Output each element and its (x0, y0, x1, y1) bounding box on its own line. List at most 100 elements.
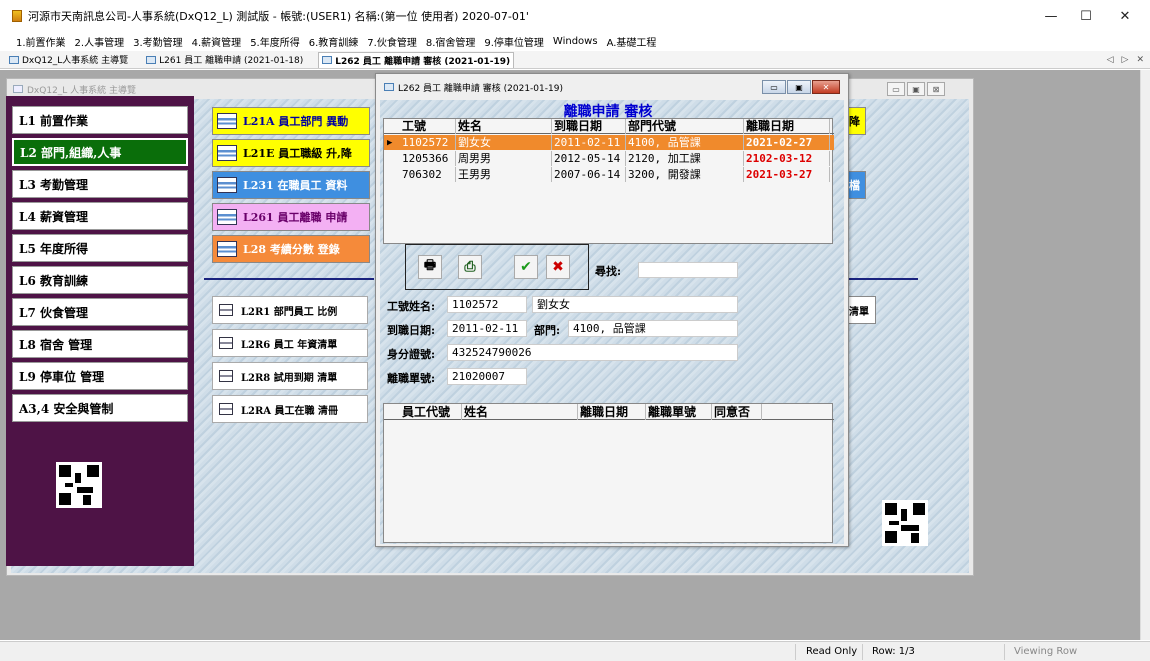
maximize-button[interactable]: ☐ (1065, 0, 1107, 32)
emp-name-field[interactable]: 劉女女 (532, 296, 738, 313)
col-header[interactable]: 工號 (400, 119, 456, 134)
dept-label: 部門: (534, 324, 561, 337)
col-header[interactable]: 同意否 (712, 404, 762, 420)
col-header[interactable]: 離職日期 (578, 404, 646, 420)
emp-label: 工號姓名: (387, 300, 436, 313)
id-no-field[interactable]: 432524790026 (447, 344, 738, 361)
dept-field[interactable]: 4100, 品管課 (568, 320, 738, 337)
menu-item-parking[interactable]: 9.停車位管理 (484, 34, 544, 49)
report-l2r1-button[interactable]: L2R1 部門員工 比例 (212, 296, 368, 324)
report-l2r8-button[interactable]: L2R8 試用到期 清單 (212, 362, 368, 390)
divider-line (846, 278, 918, 280)
close-icon: ✖ (552, 259, 564, 275)
search-label: 尋找: (595, 265, 622, 278)
row-status: Row: 1/3 (872, 646, 915, 657)
partial-yellow-button[interactable]: 降 (846, 107, 866, 135)
close-button[interactable]: ✕ (1104, 0, 1146, 32)
export-button[interactable]: ⎙ (458, 255, 482, 279)
tab-main-nav[interactable]: DxQ12_L人事系統 主導覽 (6, 52, 131, 68)
menu-item-dormitory[interactable]: 8.宿舍管理 (426, 34, 476, 49)
col-header[interactable]: 姓名 (462, 404, 578, 420)
dialog-title: L262 員工 離職申請 審核 (2021-01-19) (398, 83, 563, 94)
menu-item-windows[interactable]: Windows (553, 36, 598, 47)
menu-item-setup[interactable]: 1.前置作業 (16, 34, 66, 49)
l28-button[interactable]: L28 考績分數 登錄 (212, 235, 370, 263)
col-header[interactable]: 離職單號 (646, 404, 712, 420)
id-no-label: 身分證號: (387, 348, 436, 361)
app-icon (12, 10, 22, 22)
nav-item-l5[interactable]: L5 年度所得 (12, 234, 188, 262)
menu-item-annual-income[interactable]: 5.年度所得 (250, 34, 300, 49)
nav-item-a34[interactable]: A3,4 安全與管制 (12, 394, 188, 422)
menu-item-attendance[interactable]: 3.考勤管理 (133, 34, 183, 49)
table-row[interactable]: 706302 王男男 2007-06-14 3200, 開發課 2021-03-… (384, 167, 834, 182)
print-button[interactable]: 🖶 (418, 255, 442, 279)
form-icon (384, 83, 394, 91)
tab-scroll-left-icon[interactable]: ◁ (1107, 55, 1114, 65)
menu-item-hr[interactable]: 2.人事管理 (75, 34, 125, 49)
form-no-label: 離職單號: (387, 372, 436, 385)
emp-id-field[interactable]: 1102572 (447, 296, 527, 313)
grid-header: 工號 姓名 到職日期 部門代號 離職日期 (384, 119, 834, 134)
qr-code-right (882, 500, 928, 546)
main-restore-button[interactable]: ▣ (907, 82, 925, 96)
tab-scroll-right-icon[interactable]: ▷ (1122, 55, 1129, 65)
approve-button[interactable]: ✔ (514, 255, 538, 279)
l21e-button[interactable]: L21E 員工職級 升,降 (212, 139, 370, 167)
export-icon: ⎙ (464, 259, 476, 275)
partial-report-button[interactable]: 清單 (846, 296, 876, 324)
report-l2ra-button[interactable]: L2RA 員工在職 清冊 (212, 395, 368, 423)
row-selector-icon: ▶ (387, 137, 393, 148)
main-window-title: DxQ12_L 人事系統 主導覽 (27, 85, 137, 96)
nav-item-l7[interactable]: L7 伙食管理 (12, 298, 188, 326)
main-minimize-button[interactable]: ▭ (887, 82, 905, 96)
dialog-close-button[interactable]: ✕ (812, 80, 840, 94)
l261-button[interactable]: L261 員工離職 申請 (212, 203, 370, 231)
tab-close-icon[interactable]: ✕ (1136, 55, 1144, 65)
tab-l262[interactable]: L262 員工 離職申請 審核 (2021-01-19) (318, 51, 515, 68)
l231-button[interactable]: L231 在職員工 資料 (212, 171, 370, 199)
col-header[interactable]: 部門代號 (626, 119, 744, 134)
approval-detail-grid[interactable]: 員工代號 姓名 離職日期 離職單號 同意否 (383, 403, 834, 543)
nav-item-l6[interactable]: L6 教育訓練 (12, 266, 188, 294)
l21a-button[interactable]: L21A 員工部門 異動 (212, 107, 370, 135)
nav-item-l1[interactable]: L1 前置作業 (12, 106, 188, 134)
menu-item-training[interactable]: 6.教育訓練 (309, 34, 359, 49)
table-row[interactable]: ▶ 1102572 劉女女 2011-02-11 4100, 品管課 2021-… (384, 135, 834, 150)
mode-status: Viewing Row (1014, 646, 1078, 657)
table-row[interactable]: 1205366 周男男 2012-05-14 2120, 加工課 2102-03… (384, 151, 834, 166)
hire-date-field[interactable]: 2011-02-11 (447, 320, 527, 337)
col-header[interactable]: 姓名 (456, 119, 552, 134)
form-no-field[interactable]: 21020007 (447, 368, 527, 385)
menu-item-payroll[interactable]: 4.薪資管理 (192, 34, 242, 49)
col-header[interactable]: 員工代號 (400, 404, 462, 420)
status-bar: Read Only Row: 1/3 Viewing Row (0, 641, 1150, 661)
nav-item-l3[interactable]: L3 考勤管理 (12, 170, 188, 198)
vertical-scrollbar[interactable] (1140, 70, 1150, 640)
printer-icon (219, 304, 233, 316)
dialog-maximize-button[interactable]: ▣ (787, 80, 811, 94)
search-input[interactable] (638, 262, 738, 278)
divider-line (204, 278, 374, 280)
printer-icon (219, 337, 233, 349)
qr-code-left (56, 462, 102, 508)
col-header[interactable]: 離職日期 (744, 119, 830, 134)
nav-item-l2[interactable]: L2 部門,組織,人事 (12, 138, 188, 166)
menu-item-base[interactable]: A.基礎工程 (607, 34, 657, 49)
reject-button[interactable]: ✖ (546, 255, 570, 279)
nav-item-l9[interactable]: L9 停車位 管理 (12, 362, 188, 390)
col-header[interactable]: 到職日期 (552, 119, 626, 134)
nav-item-l8[interactable]: L8 宿舍 管理 (12, 330, 188, 358)
title-bar: 河源市天南訊息公司-人事系統(DxQ12_L) 測試版 - 帳號:(USER1)… (0, 0, 1150, 32)
form-icon (217, 209, 237, 225)
partial-blue-button[interactable]: 檔 (846, 171, 866, 199)
menu-item-catering[interactable]: 7.伙食管理 (367, 34, 417, 49)
hire-date-label: 到職日期: (387, 324, 436, 337)
dialog-minimize-button[interactable]: ▭ (762, 80, 786, 94)
resignation-grid[interactable]: 工號 姓名 到職日期 部門代號 離職日期 ▶ 1102572 劉女女 2011-… (383, 118, 834, 244)
main-close-button[interactable]: ⊠ (927, 82, 945, 96)
printer-icon: 🖶 (423, 258, 437, 273)
nav-item-l4[interactable]: L4 薪資管理 (12, 202, 188, 230)
report-l2r6-button[interactable]: L2R6 員工 年資清單 (212, 329, 368, 357)
tab-l261[interactable]: L261 員工 離職申請 (2021-01-18) (143, 52, 306, 68)
